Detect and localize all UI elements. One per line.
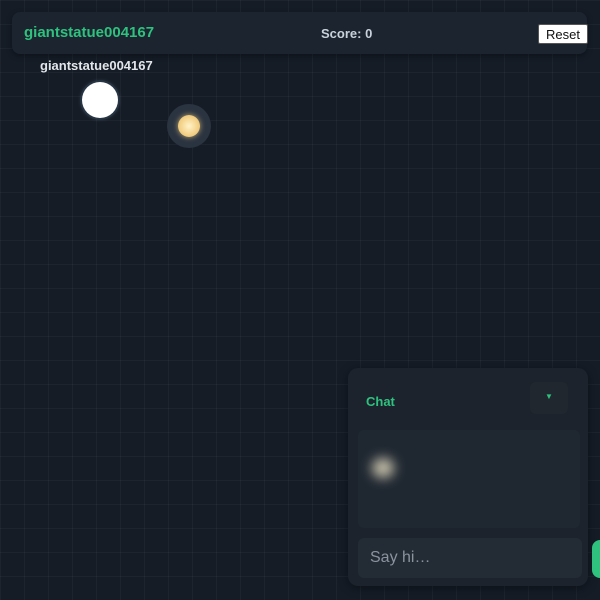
- player-name-label: giantstatue004167: [40, 58, 153, 73]
- reset-button[interactable]: Reset: [538, 24, 588, 44]
- score-label: Score:: [321, 26, 362, 41]
- game-canvas[interactable]: giantstatue004167 Score: 0 Reset giantst…: [0, 0, 600, 600]
- username-label: giantstatue004167: [24, 24, 155, 41]
- chat-messages: [358, 430, 580, 528]
- chat-input[interactable]: [358, 538, 582, 578]
- top-bar: giantstatue004167 Score: 0 Reset: [12, 12, 588, 54]
- send-button[interactable]: [592, 540, 600, 578]
- chat-collapse-toggle[interactable]: ▼: [530, 382, 568, 414]
- collectible-orb: [178, 115, 200, 137]
- chat-title: Chat: [366, 394, 395, 409]
- triangle-down-icon: ▼: [545, 392, 553, 401]
- score-display: Score: 0: [321, 26, 372, 41]
- player-avatar: [82, 82, 118, 118]
- chat-panel: Chat ▼: [348, 368, 588, 586]
- score-value: 0: [365, 26, 373, 41]
- chat-avatar-blur: [372, 458, 394, 478]
